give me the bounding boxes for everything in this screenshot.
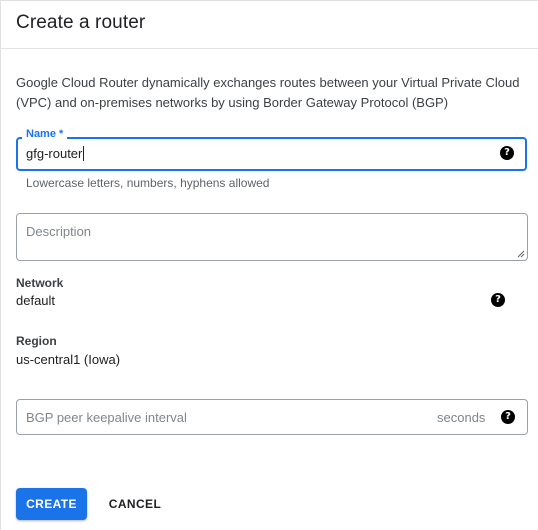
top-border bbox=[0, 0, 538, 1]
network-help-icon[interactable]: ? bbox=[491, 293, 505, 307]
name-input[interactable]: gfg-router bbox=[26, 146, 85, 161]
name-input-value: gfg-router bbox=[26, 146, 83, 161]
page-title: Create a router bbox=[16, 12, 146, 33]
create-button[interactable]: CREATE bbox=[16, 488, 87, 520]
text-cursor bbox=[83, 146, 85, 161]
intro-text: Google Cloud Router dynamically exchange… bbox=[16, 75, 520, 110]
help-icon[interactable]: ? bbox=[500, 146, 514, 160]
bgp-unit-suffix: seconds bbox=[437, 410, 486, 425]
network-label: Network bbox=[16, 276, 64, 290]
left-border bbox=[0, 0, 1, 530]
network-value: default bbox=[16, 293, 56, 308]
region-value: us-central1 (Iowa) bbox=[16, 352, 121, 367]
description-placeholder: Description bbox=[26, 224, 92, 239]
description-field[interactable] bbox=[16, 213, 528, 261]
resize-handle-icon[interactable] bbox=[517, 250, 525, 258]
header-divider bbox=[0, 48, 538, 49]
name-hint: Lowercase letters, numbers, hyphens allo… bbox=[26, 176, 270, 190]
bgp-help-icon[interactable]: ? bbox=[501, 410, 515, 424]
bgp-keepalive-placeholder: BGP peer keepalive interval bbox=[26, 410, 187, 425]
name-label: Name * bbox=[22, 128, 68, 140]
create-router-dialog: Create a router Google Cloud Router dyna… bbox=[0, 0, 538, 530]
region-label: Region bbox=[16, 334, 57, 348]
name-field[interactable] bbox=[16, 137, 527, 171]
cancel-button[interactable]: CANCEL bbox=[103, 488, 167, 520]
